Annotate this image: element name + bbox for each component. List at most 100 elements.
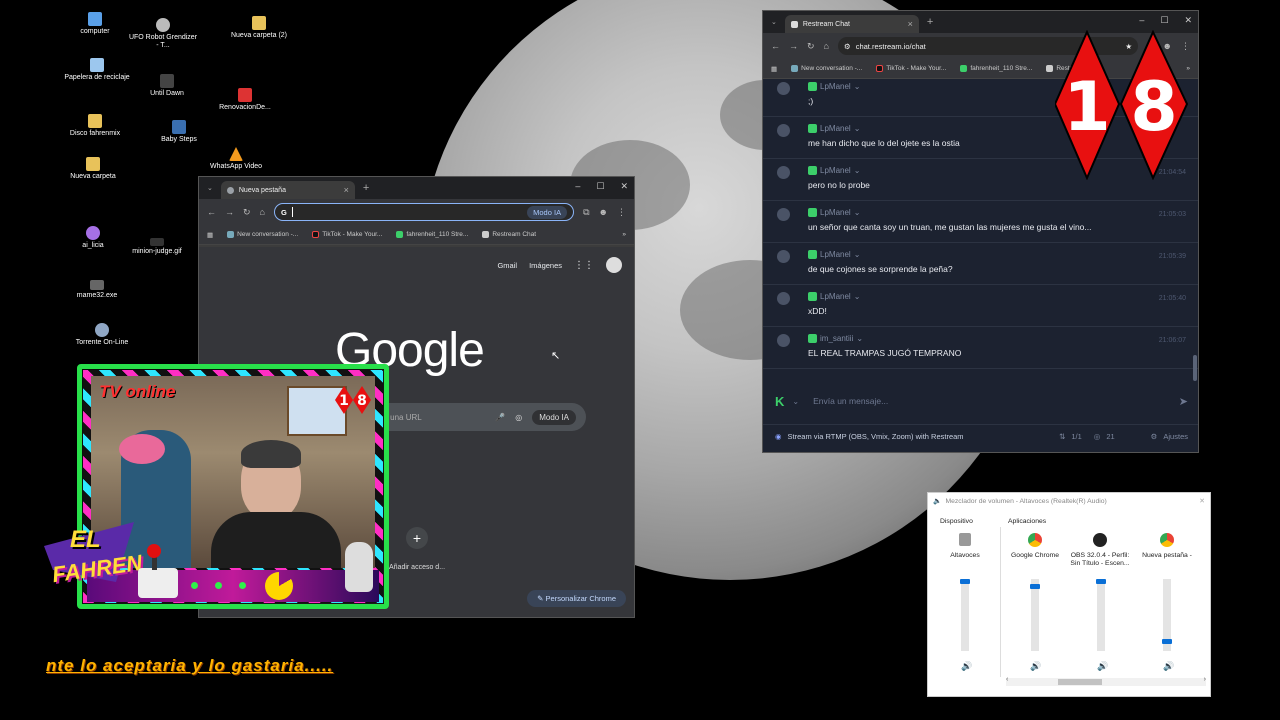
tab-new-tab[interactable]: Nueva pestaña × xyxy=(220,181,355,199)
apps-grid-icon[interactable]: ⋮⋮ xyxy=(574,260,594,271)
bookmark-item[interactable]: Restream Chat xyxy=(482,231,536,238)
bookmark-item[interactable]: fahrenheit_110 Stre... xyxy=(960,65,1032,72)
app-icon xyxy=(86,226,100,240)
back-icon[interactable]: ← xyxy=(771,41,780,51)
minimize-icon[interactable]: – xyxy=(575,181,580,192)
gmail-link[interactable]: Gmail xyxy=(497,261,517,270)
mute-speaker-icon[interactable]: 🔊 xyxy=(1097,661,1108,672)
volume-slider-obs[interactable] xyxy=(1097,579,1105,651)
desktop-icon-whatsapp[interactable]: WhatsApp Video xyxy=(201,147,271,171)
scroll-right-icon[interactable]: › xyxy=(1204,676,1206,683)
kick-icon xyxy=(396,231,404,238)
reload-icon[interactable]: ↻ xyxy=(243,207,251,218)
maximize-icon[interactable]: ☐ xyxy=(1160,15,1168,26)
bookmark-item[interactable]: TikTok - Make Your... xyxy=(876,65,946,72)
chat-input[interactable]: Envía un mensaje... xyxy=(813,396,888,406)
add-shortcut-button[interactable]: + xyxy=(406,527,428,549)
new-tab-icon[interactable]: + xyxy=(927,16,933,28)
omnibox-ai-button[interactable]: Modo IA xyxy=(527,205,568,219)
volume-thumb[interactable] xyxy=(1096,579,1106,584)
reload-icon[interactable]: ↻ xyxy=(807,41,815,52)
omnibox[interactable]: G Modo IA xyxy=(273,203,575,221)
mute-speaker-icon[interactable]: 🔊 xyxy=(1030,661,1041,672)
desktop-icon-minion[interactable]: minion-judge.gif xyxy=(122,238,192,256)
horizontal-scrollbar[interactable]: ‹ › xyxy=(1006,676,1206,686)
apps-icon[interactable]: ▦ xyxy=(771,65,777,73)
tab-search-icon[interactable]: ⌄ xyxy=(771,18,777,26)
apps-icon[interactable]: ▦ xyxy=(207,231,213,239)
ticker-text: nte lo aceptaria y lo gastaria..... xyxy=(46,656,334,675)
volume-thumb[interactable] xyxy=(960,579,970,584)
desktop-icon-mame[interactable]: mame32.exe xyxy=(62,280,132,300)
close-icon[interactable]: ✕ xyxy=(1184,15,1192,26)
forward-icon[interactable]: → xyxy=(789,41,798,51)
close-icon[interactable]: ✕ xyxy=(620,181,628,192)
customize-chrome-button[interactable]: ✎ Personalizar Chrome xyxy=(527,590,626,607)
desktop-icon-babysteps[interactable]: Baby Steps xyxy=(144,120,214,144)
svg-text:8: 8 xyxy=(357,393,367,409)
chat-input-row[interactable]: K ⌄ Envía un mensaje... ➤ xyxy=(763,387,1198,415)
lens-icon[interactable]: ◎ xyxy=(515,413,522,422)
home-icon[interactable]: ⌂ xyxy=(260,207,265,217)
desktop-icon-ailicia[interactable]: ai_licia xyxy=(58,226,128,250)
new-tab-icon[interactable]: + xyxy=(363,182,369,194)
send-icon[interactable]: ➤ xyxy=(1179,395,1188,408)
mouse-cursor: ↖ xyxy=(551,350,561,362)
chat-scrollbar[interactable] xyxy=(1193,355,1197,381)
back-icon[interactable]: ← xyxy=(207,207,216,217)
footer-text[interactable]: Stream via RTMP (OBS, Vmix, Zoom) with R… xyxy=(788,432,964,441)
images-link[interactable]: Imágenes xyxy=(529,261,562,270)
settings-label[interactable]: Ajustes xyxy=(1163,432,1188,441)
search-ai-button[interactable]: Modo IA xyxy=(532,409,576,425)
desktop-icon-untildawn[interactable]: Until Dawn xyxy=(132,74,202,98)
scroll-left-icon[interactable]: ‹ xyxy=(1006,676,1008,683)
channel-obs: OBS 32.0.4 - Perfil: Sin Título - Escen.… xyxy=(1070,533,1130,568)
mute-speaker-icon[interactable]: 🔊 xyxy=(1163,661,1174,672)
voice-search-icon[interactable]: 🎤 xyxy=(495,413,505,422)
joystick-icon xyxy=(138,544,178,598)
volume-thumb[interactable] xyxy=(1162,639,1172,645)
volume-slider-speakers[interactable] xyxy=(961,579,969,651)
desktop-icon-disco[interactable]: Disco fahrenmix xyxy=(60,114,130,138)
bookmark-item[interactable]: New conversation -... xyxy=(791,65,862,72)
search-box[interactable]: ba una URL 🎤 ◎ Modo IA xyxy=(369,403,586,431)
maximize-icon[interactable]: ☐ xyxy=(596,181,604,192)
mute-speaker-icon[interactable]: 🔊 xyxy=(961,661,972,672)
logo-el: EL xyxy=(70,526,101,553)
desktop-icon-renovacion[interactable]: RenovacionDe... xyxy=(210,88,280,112)
desktop-icon-folder2[interactable]: Nueva carpeta (2) xyxy=(224,16,294,40)
scrollbar-thumb[interactable] xyxy=(1058,679,1102,685)
forward-icon[interactable]: → xyxy=(225,207,234,217)
desktop-icon-computer[interactable]: computer xyxy=(60,12,130,36)
volume-thumb[interactable] xyxy=(1030,583,1040,589)
desktop-icon-torrente[interactable]: Torrente On-Line xyxy=(67,323,137,347)
bookmarks-overflow-icon[interactable]: » xyxy=(622,231,626,238)
kick-icon xyxy=(808,292,817,301)
image-file-icon xyxy=(150,238,164,246)
settings-icon[interactable]: ⚙ xyxy=(1151,432,1158,441)
volume-slider-chrome[interactable] xyxy=(1031,579,1039,651)
bookmark-item[interactable]: TikTok - Make Your... xyxy=(312,231,382,238)
site-info-icon[interactable]: ⚙ xyxy=(844,42,851,51)
extensions-icon[interactable]: ⧉ xyxy=(583,207,589,218)
tab-restream-chat[interactable]: Restream Chat × xyxy=(784,15,919,33)
badge-digit-8: 8 xyxy=(1130,68,1177,147)
bookmark-item[interactable]: fahrenheit_110 Stre... xyxy=(396,231,468,238)
home-icon[interactable]: ⌂ xyxy=(824,41,829,51)
bookmark-item[interactable]: New conversation -... xyxy=(227,231,298,238)
close-tab-icon[interactable]: × xyxy=(908,19,913,29)
chevron-down-icon[interactable]: ⌄ xyxy=(792,397,799,406)
tab-search-icon[interactable]: ⌄ xyxy=(207,184,213,192)
divider xyxy=(1000,527,1001,677)
desktop-icon-ufo[interactable]: UFO Robot Grendizer - T... xyxy=(128,18,198,50)
close-tab-icon[interactable]: × xyxy=(344,185,349,195)
account-avatar[interactable] xyxy=(606,257,622,273)
volume-mixer-window[interactable]: 🔈 Mezclador de volumen - Altavoces (Real… xyxy=(927,492,1211,697)
minimize-icon[interactable]: – xyxy=(1139,15,1144,26)
kick-platform-icon[interactable]: K xyxy=(775,394,784,409)
desktop-icon-folder[interactable]: Nueva carpeta xyxy=(58,157,128,181)
desktop-icon-recycle[interactable]: Papelera de reciclaje xyxy=(62,58,132,82)
menu-icon[interactable]: ⋮ xyxy=(617,207,626,218)
close-icon[interactable]: ✕ xyxy=(1199,497,1205,505)
profile-avatar[interactable]: ☻ xyxy=(599,207,608,217)
